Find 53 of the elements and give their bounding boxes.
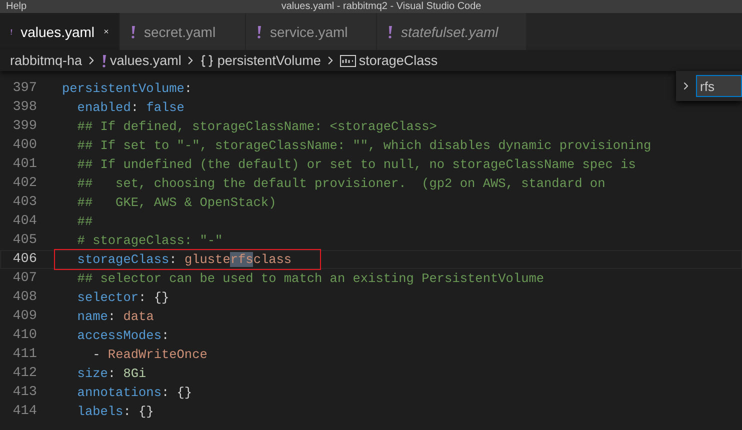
window-title: values.yaml - rabbitmq2 - Visual Studio Code — [280, 0, 482, 12]
code-line: ## GKE, AWS & OpenStack) — [76, 195, 276, 210]
line-number: 414 — [12, 404, 37, 419]
code-line: ## If set to "-", storageClassName: "", which disables dynamic provisioning — [76, 138, 652, 153]
code-line: # storageClass: "-" — [76, 233, 223, 248]
code-line: ## set, choosing the default provisioner. (gp2 on AWS, standard on — [76, 176, 606, 191]
line-number: 412 — [12, 366, 37, 381]
code-line: labels: {} — [76, 404, 154, 419]
editor-tab[interactable]: service.yaml — [246, 13, 377, 50]
code-line: ## If undefined (the default) or set to null, no storageClassName spec is — [76, 157, 636, 172]
code-line: selector: {} — [76, 290, 170, 305]
exclamation-icon — [256, 24, 262, 38]
code-line: - ReadWriteOnce — [92, 347, 208, 362]
code-line: storageClass: glusterfsclass — [76, 252, 292, 267]
line-number: 397 — [12, 81, 37, 96]
code-line: name: data — [76, 309, 154, 324]
breadcrumb-item[interactable]: rabbitmq-ha — [10, 53, 82, 68]
find-input[interactable]: rfs — [696, 75, 742, 97]
line-number: 401 — [12, 157, 37, 172]
code-line: accessModes: — [76, 328, 170, 343]
line-number: 411 — [12, 347, 37, 362]
line-number: 399 — [12, 119, 37, 134]
line-number: 405 — [12, 233, 37, 248]
code-line: annotations: {} — [76, 385, 192, 400]
code-line: enabled: false — [76, 100, 184, 115]
editor-tab[interactable]: statefulset.yaml — [377, 13, 527, 50]
line-number: 400 — [12, 138, 37, 153]
line-number: 404 — [12, 214, 37, 229]
code-line: ## selector can be used to match an existing PersistentVolume — [76, 271, 544, 286]
exclamation-icon — [101, 54, 108, 68]
breadcrumb-item[interactable]: values.yaml — [110, 53, 182, 68]
breadcrumb-item[interactable]: persistentVolume — [217, 53, 321, 68]
line-number: 403 — [12, 195, 37, 210]
line-number: 410 — [12, 328, 37, 343]
braces-icon — [200, 54, 214, 68]
editor-tab[interactable]: secret.yaml — [120, 13, 246, 50]
line-number: 409 — [12, 309, 37, 324]
exclamation-icon — [387, 24, 393, 38]
breadcrumb-item[interactable]: storageClass — [358, 53, 438, 68]
line-number: 413 — [12, 385, 37, 400]
code-line: size: 8Gi — [76, 366, 146, 381]
line-number: 408 — [12, 290, 37, 305]
menu-item[interactable]: Help — [6, 0, 27, 12]
text-field-icon — [340, 54, 356, 66]
line-number: 402 — [12, 176, 37, 191]
line-number: 406 — [12, 252, 37, 267]
exclamation-icon — [130, 24, 136, 38]
line-number: 398 — [12, 100, 37, 115]
line-number: 407 — [12, 271, 37, 286]
code-line: ## If defined, storageClassName: <storageClass> — [76, 119, 437, 134]
code-line: ## — [76, 214, 93, 229]
code-line: persistentVolume: — [62, 81, 192, 96]
editor-tab[interactable]: values.yaml — [0, 13, 120, 50]
